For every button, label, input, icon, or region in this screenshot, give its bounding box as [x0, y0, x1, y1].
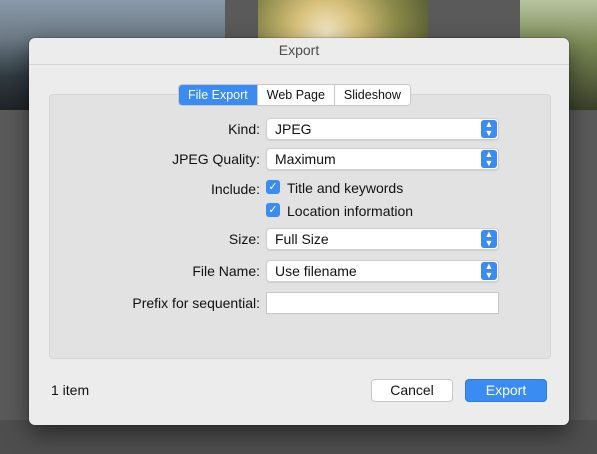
- checkbox-location-info[interactable]: ✓: [266, 203, 280, 217]
- item-count: 1 item: [51, 382, 90, 398]
- stepper-icon: ▲ ▼: [481, 230, 497, 248]
- prefix-row: Prefix for sequential:: [49, 292, 569, 314]
- prefix-input[interactable]: [266, 292, 499, 314]
- file-name-label: File Name:: [192, 263, 260, 279]
- size-select[interactable]: Full Size ▲ ▼: [266, 228, 499, 250]
- tab-file-export[interactable]: File Export: [179, 85, 258, 105]
- file-name-row: File Name: Use filename ▲ ▼: [49, 260, 569, 282]
- jpeg-quality-value: Maximum: [275, 151, 336, 167]
- size-row: Size: Full Size ▲ ▼: [49, 228, 569, 250]
- export-dialog: Export File Export Web Page Slideshow Ki…: [29, 38, 569, 425]
- size-value: Full Size: [275, 231, 329, 247]
- include-label: Include:: [210, 181, 260, 197]
- tab-bar: File Export Web Page Slideshow: [178, 84, 411, 106]
- kind-select[interactable]: JPEG ▲ ▼: [266, 118, 499, 140]
- kind-label: Kind:: [228, 121, 260, 137]
- include-row: Include: ✓ Title and keywords: [49, 178, 569, 200]
- file-name-select[interactable]: Use filename ▲ ▼: [266, 260, 499, 282]
- title-keywords-label: Title and keywords: [287, 180, 404, 196]
- stepper-icon: ▲ ▼: [481, 150, 497, 168]
- file-name-value: Use filename: [275, 263, 357, 279]
- jpeg-quality-label: JPEG Quality:: [172, 151, 260, 167]
- dialog-title: Export: [29, 38, 569, 65]
- location-info-label: Location information: [287, 203, 414, 219]
- jpeg-quality-select[interactable]: Maximum ▲ ▼: [266, 148, 499, 170]
- kind-value: JPEG: [275, 121, 312, 137]
- kind-row: Kind: JPEG ▲ ▼: [49, 118, 569, 140]
- export-button[interactable]: Export: [465, 379, 547, 402]
- prefix-label: Prefix for sequential:: [132, 295, 260, 311]
- include-row-2: ✓ Location information: [49, 201, 569, 223]
- background-area: [0, 420, 597, 454]
- tab-web-page[interactable]: Web Page: [257, 85, 335, 105]
- tab-slideshow[interactable]: Slideshow: [334, 85, 410, 105]
- size-label: Size:: [228, 231, 260, 247]
- stepper-icon: ▲ ▼: [481, 120, 497, 138]
- checkbox-title-keywords[interactable]: ✓: [266, 180, 280, 194]
- jpeg-quality-row: JPEG Quality: Maximum ▲ ▼: [49, 148, 569, 170]
- cancel-button[interactable]: Cancel: [371, 379, 453, 402]
- stepper-icon: ▲ ▼: [481, 262, 497, 280]
